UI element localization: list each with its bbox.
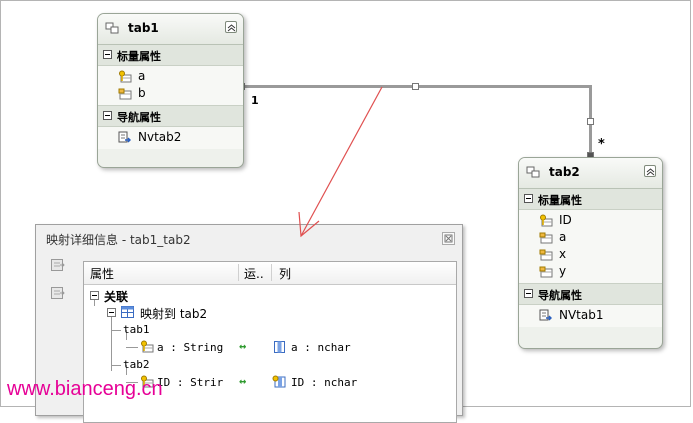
watermark: www.bianceng.cn (7, 378, 163, 400)
annotation-arrow (298, 86, 383, 238)
